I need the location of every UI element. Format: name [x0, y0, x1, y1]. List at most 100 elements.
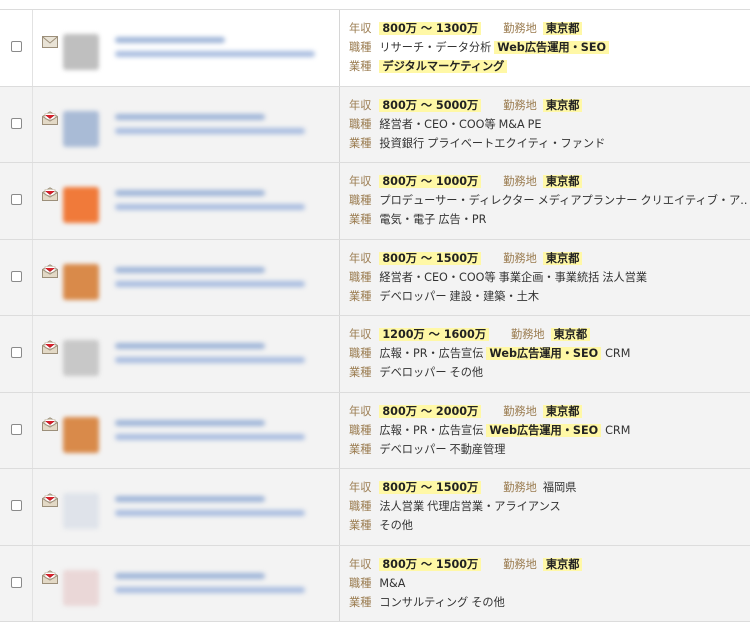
job-row[interactable]: 年収 800万 〜 1000万 勤務地 東京都 職種 プロデューサー・ディレクター メディ… — [0, 163, 750, 240]
salary-line: 年収 800万 〜 2000万 勤務地 東京都 — [349, 403, 747, 420]
company-logo — [63, 569, 99, 606]
salary-value: 800万 〜 1500万 — [379, 557, 482, 571]
industry-line: 業種 デベロッパー 建設・建築・土木 — [349, 288, 747, 305]
job-type-line: 職種 広報・PR・広告宣伝 Web広告運用・SEO CRM — [349, 345, 747, 362]
company-cell[interactable] — [33, 86, 340, 162]
salary-label: 年収 — [349, 251, 372, 265]
job-row[interactable]: 年収 800万 〜 5000万 勤務地 東京都 職種 経営者・CEO・COO等 M&A PE… — [0, 86, 750, 163]
salary-label: 年収 — [349, 557, 372, 571]
company-cell[interactable] — [33, 163, 340, 239]
industry: 投資銀行 — [379, 136, 425, 150]
company-logo — [63, 187, 99, 223]
checkbox-cell — [0, 545, 33, 621]
company-name-blurred — [115, 572, 330, 601]
job-type-line: 職種 経営者・CEO・COO等 M&A PE — [349, 116, 747, 133]
salary-value: 1200万 〜 1600万 — [379, 328, 490, 341]
industry-line: 業種 コンサルティング その他 — [349, 594, 747, 611]
location-value: 福岡県 — [542, 481, 577, 494]
industry: その他 — [379, 519, 413, 532]
salary-value: 800万 〜 1300万 — [379, 22, 482, 35]
salary-value: 800万 〜 2000万 — [379, 404, 482, 418]
row-checkbox[interactable] — [11, 576, 22, 588]
job-row[interactable]: 年収 800万 〜 1500万 勤務地 東京都 職種 M&A 業種 コンサルティング その他 — [0, 545, 750, 622]
job-type-line: 職種 プロデューサー・ディレクター メディアプランナー クリエイティブ・ア... — [349, 192, 747, 209]
industry: プライベートエクイティ・ファンド — [427, 136, 606, 150]
job-type-label: 職種 — [349, 500, 372, 513]
job-type-label: 職種 — [349, 117, 372, 131]
job-row[interactable]: 年収 800万 〜 2000万 勤務地 東京都 職種 広報・PR・広告宣伝 Web広告運用… — [0, 392, 750, 469]
checkbox-cell — [0, 392, 33, 468]
company-logo — [63, 493, 99, 529]
job-type: 経営者・CEO・COO等 — [379, 270, 496, 284]
open-envelope-icon — [42, 339, 58, 354]
industry: 広告・PR — [438, 213, 487, 226]
company-cell[interactable] — [33, 469, 340, 545]
checkbox-cell — [0, 239, 33, 315]
company-cell[interactable] — [33, 316, 340, 392]
row-checkbox[interactable] — [11, 500, 22, 511]
company-cell[interactable] — [33, 545, 340, 621]
job-type-label: 職種 — [349, 194, 372, 207]
company-name-blurred — [115, 419, 330, 448]
industry: その他 — [449, 366, 484, 379]
job-type-label: 職種 — [349, 423, 372, 437]
job-type: CRM — [605, 347, 631, 360]
company-cell[interactable] — [33, 392, 340, 468]
row-checkbox[interactable] — [11, 347, 22, 358]
job-type: 広報・PR・広告宣伝 — [379, 423, 484, 437]
company-cell[interactable] — [33, 10, 340, 86]
location-label: 勤務地 — [503, 404, 537, 418]
location-value: 東京都 — [550, 328, 591, 341]
industry: コンサルティング — [379, 595, 469, 609]
salary-line: 年収 800万 〜 1500万 勤務地 東京都 — [349, 250, 747, 267]
location-label: 勤務地 — [503, 481, 537, 494]
company-cell[interactable] — [33, 239, 340, 315]
job-type: M&A — [498, 117, 525, 131]
location-value: 東京都 — [542, 557, 583, 571]
job-row[interactable]: 年収 800万 〜 1300万 勤務地 東京都 職種 リサーチ・データ分析 Web広告運用… — [0, 10, 750, 87]
row-checkbox[interactable] — [11, 41, 22, 52]
job-type: 代理店営業・アライアンス — [427, 500, 561, 513]
row-checkbox[interactable] — [11, 423, 22, 435]
open-envelope-icon — [42, 492, 58, 507]
company-name-blurred — [115, 113, 330, 142]
salary-label: 年収 — [349, 175, 372, 188]
job-info: 年収 800万 〜 1500万 勤務地 東京都 職種 経営者・CEO・COO等 事業企画・… — [340, 240, 750, 316]
salary-label: 年収 — [349, 328, 372, 341]
job-info: 年収 800万 〜 5000万 勤務地 東京都 職種 経営者・CEO・COO等 M&A PE… — [340, 87, 750, 163]
list-top-border — [0, 0, 750, 10]
job-type-highlight: Web広告運用・SEO — [486, 423, 602, 437]
checkbox-cell — [0, 316, 33, 392]
salary-label: 年収 — [349, 22, 372, 35]
job-info: 年収 800万 〜 1000万 勤務地 東京都 職種 プロデューサー・ディレクター メディ… — [340, 163, 750, 239]
salary-line: 年収 800万 〜 1300万 勤務地 東京都 — [349, 20, 747, 37]
job-type: プロデューサー・ディレクター — [379, 194, 535, 207]
job-row[interactable]: 年収 800万 〜 1500万 勤務地 東京都 職種 経営者・CEO・COO等 事業企画・… — [0, 239, 750, 316]
location-label: 勤務地 — [503, 557, 537, 571]
row-checkbox[interactable] — [11, 270, 22, 282]
job-offer-list: 年収 800万 〜 1300万 勤務地 東京都 職種 リサーチ・データ分析 Web広告運用… — [0, 0, 750, 627]
industry: デベロッパー — [379, 366, 447, 379]
company-logo — [63, 110, 99, 147]
job-row[interactable]: 年収 1200万 〜 1600万 勤務地 東京都 職種 広報・PR・広告宣伝 Web広告運… — [0, 316, 750, 393]
job-info: 年収 800万 〜 1500万 勤務地 福岡県 職種 法人営業 代理店営業・アライアンス … — [340, 469, 750, 545]
job-type-label: 職種 — [349, 347, 372, 360]
company-name-blurred — [115, 37, 330, 65]
location-value: 東京都 — [542, 98, 583, 112]
job-type: クリエイティブ・ア... — [640, 194, 747, 207]
open-envelope-icon — [42, 186, 58, 201]
row-checkbox[interactable] — [11, 194, 22, 205]
job-row[interactable]: 年収 800万 〜 1500万 勤務地 福岡県 職種 法人営業 代理店営業・アライアンス … — [0, 469, 750, 546]
industry-line: 業種 その他 — [349, 517, 747, 534]
job-type-label: 職種 — [349, 576, 372, 590]
job-type: 事業企画・事業統括 — [498, 270, 600, 284]
row-checkbox[interactable] — [11, 117, 22, 129]
closed-envelope-icon — [42, 33, 58, 48]
salary-line: 年収 800万 〜 1000万 勤務地 東京都 — [349, 173, 747, 190]
open-envelope-icon — [42, 569, 58, 584]
location-value: 東京都 — [542, 404, 583, 418]
job-type-line: 職種 法人営業 代理店営業・アライアンス — [349, 498, 747, 515]
job-type-highlight: Web広告運用・SEO — [494, 41, 609, 54]
industry-label: 業種 — [349, 595, 372, 609]
industry-line: 業種 デベロッパー その他 — [349, 364, 747, 381]
